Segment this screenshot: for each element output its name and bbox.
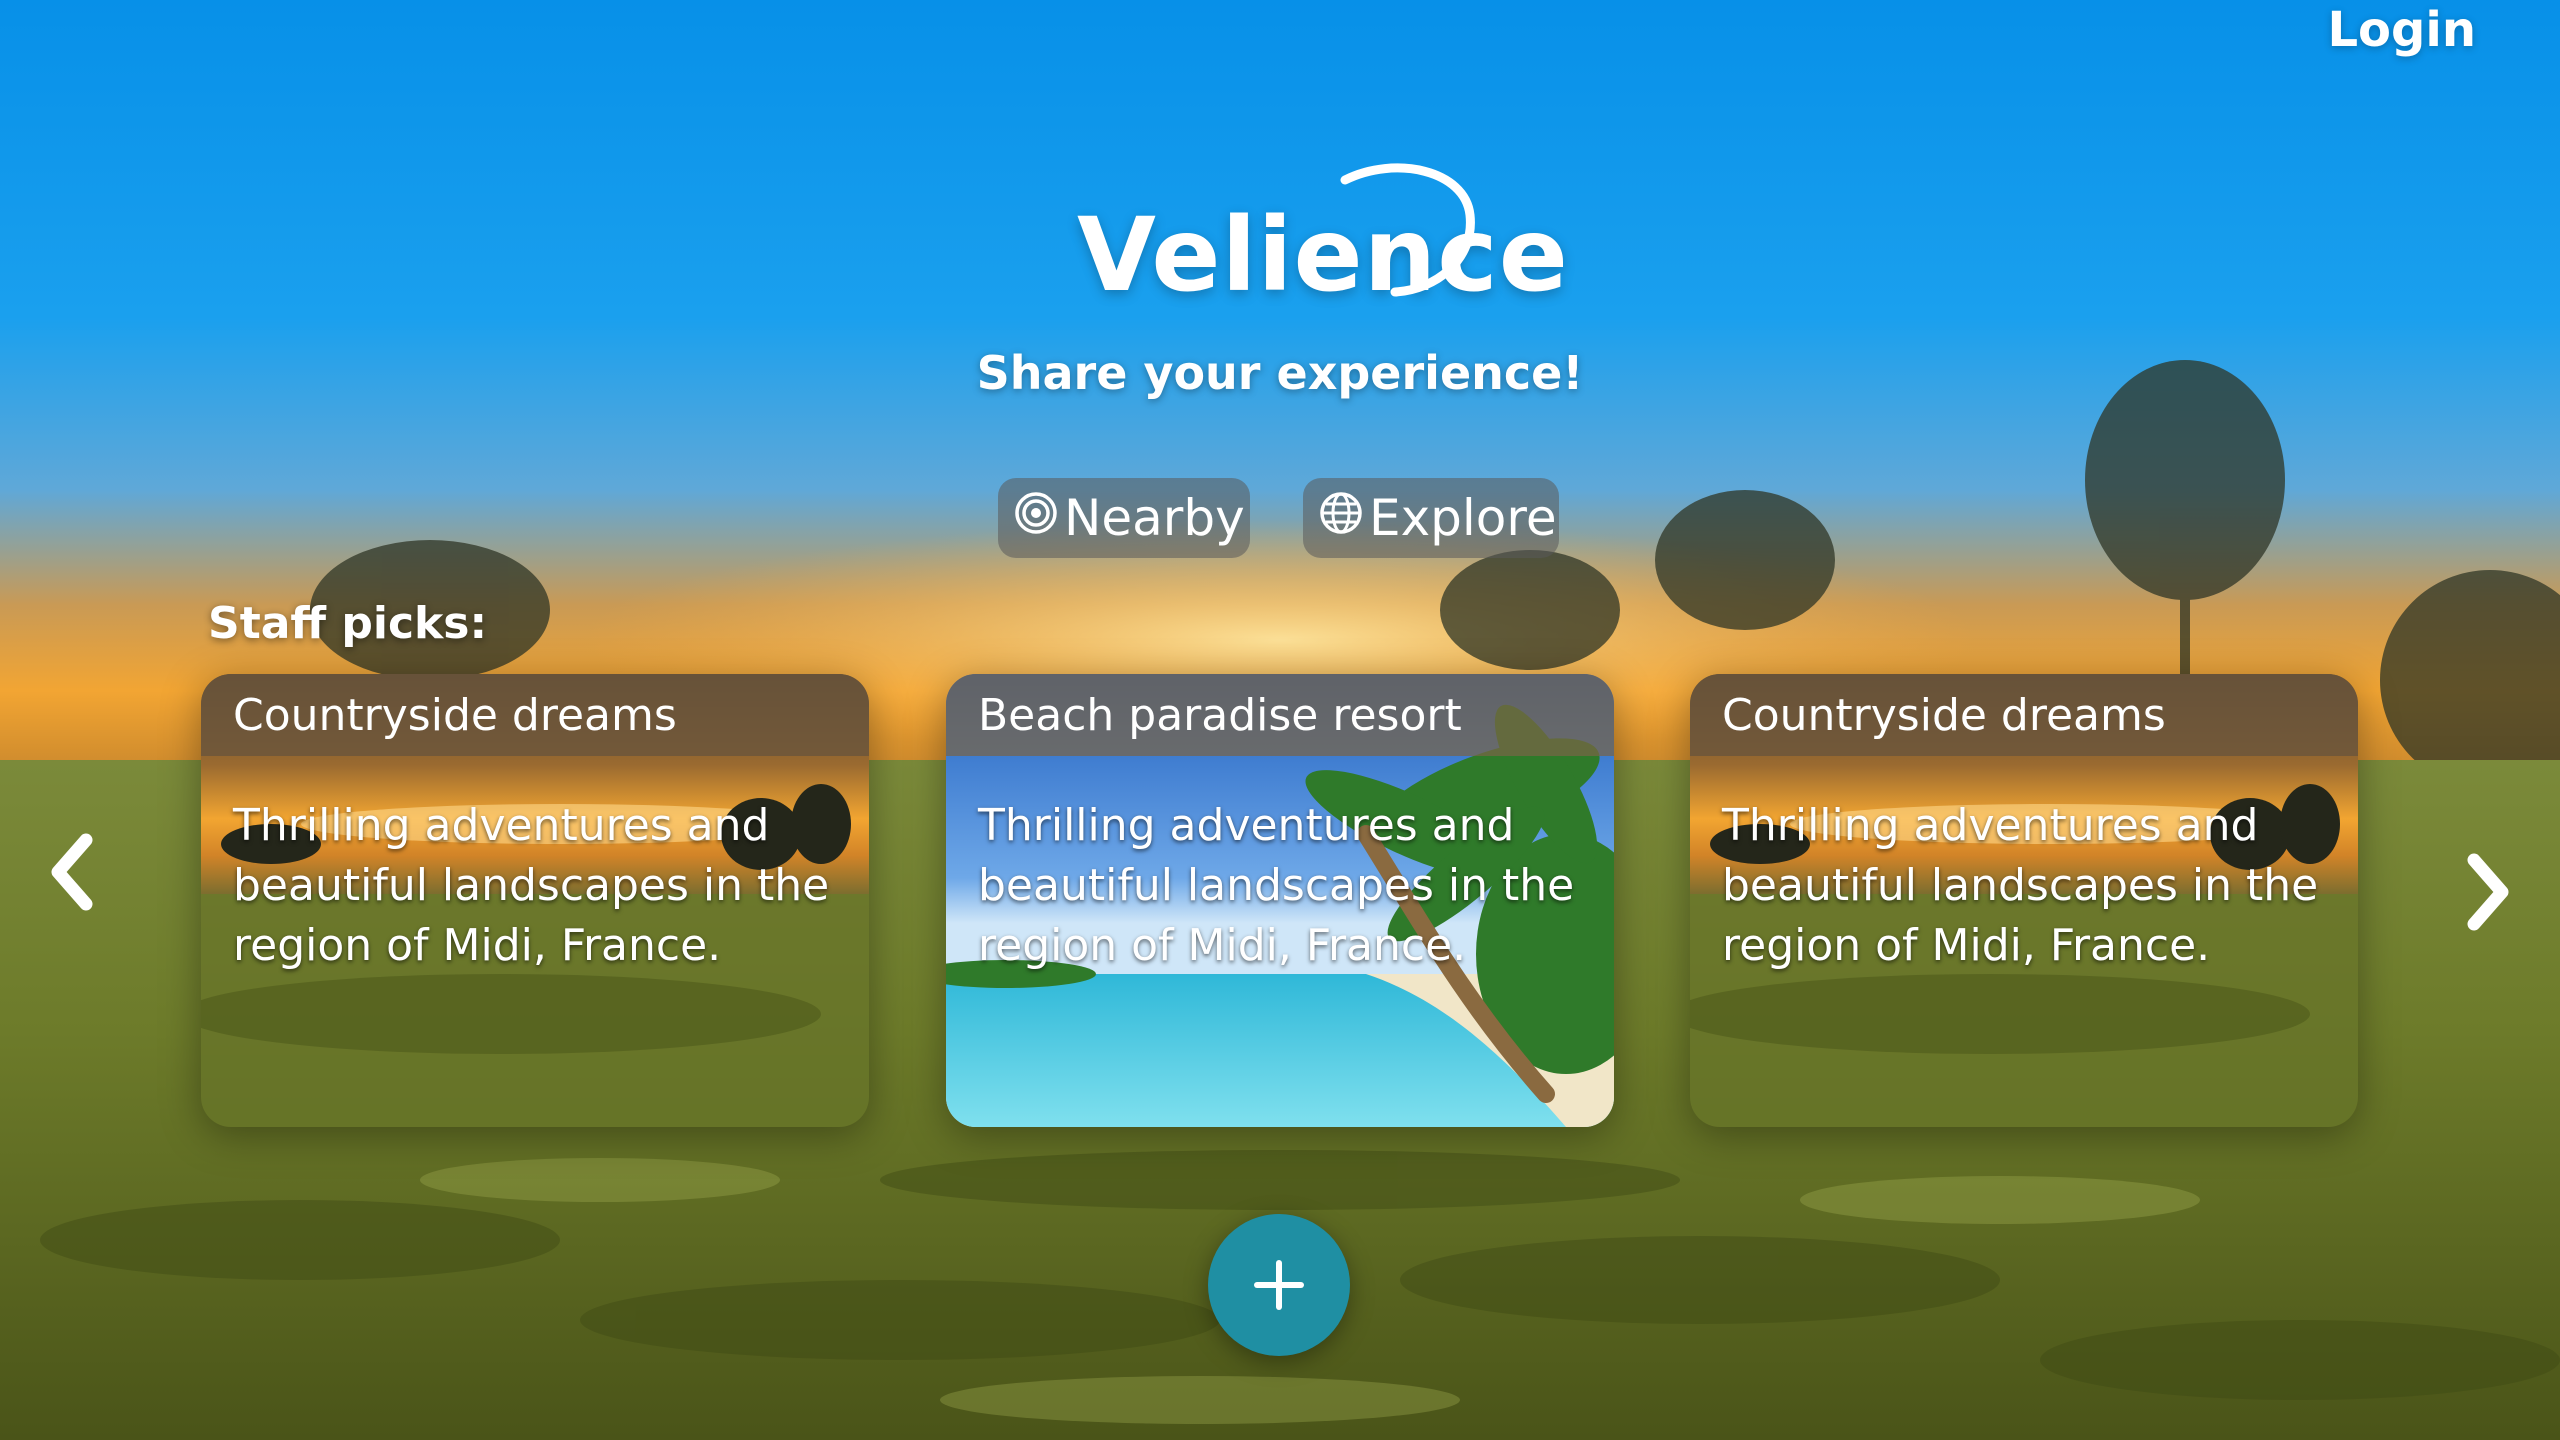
explore-button[interactable]: Explore: [1303, 478, 1559, 558]
staff-pick-card[interactable]: Countryside dreams Thrilling adventures …: [1690, 674, 2358, 1127]
staff-pick-card[interactable]: Beach paradise resort Thrilling adventur…: [946, 674, 1614, 1127]
swoosh-icon: [1340, 163, 1475, 297]
card-header: Countryside dreams: [201, 674, 869, 756]
nearby-label: Nearby: [1064, 489, 1245, 547]
chevron-left-icon[interactable]: [34, 822, 114, 922]
card-header: Countryside dreams: [1690, 674, 2358, 756]
brand-logo: Velience: [1065, 160, 1568, 320]
tagline: Share your experience!: [976, 346, 1584, 400]
card-description: Thrilling adventures and beautiful lands…: [1722, 800, 2319, 971]
plus-icon: [1254, 1260, 1304, 1310]
target-icon: [1014, 489, 1058, 547]
add-button[interactable]: [1208, 1214, 1350, 1356]
explore-label: Explore: [1369, 489, 1557, 547]
card-title: Beach paradise resort: [978, 689, 1462, 741]
nearby-button[interactable]: Nearby: [998, 478, 1250, 558]
card-description: Thrilling adventures and beautiful lands…: [978, 800, 1575, 971]
card-title: Countryside dreams: [233, 689, 677, 741]
staff-pick-card[interactable]: Countryside dreams Thrilling adventures …: [201, 674, 869, 1127]
chevron-right-icon[interactable]: [2446, 842, 2526, 942]
card-header: Beach paradise resort: [946, 674, 1614, 756]
staff-picks-title: Staff picks:: [208, 598, 488, 649]
card-title: Countryside dreams: [1722, 689, 2166, 741]
card-description: Thrilling adventures and beautiful lands…: [233, 800, 830, 971]
globe-icon: [1319, 489, 1363, 547]
login-link[interactable]: Login: [2327, 2, 2476, 58]
